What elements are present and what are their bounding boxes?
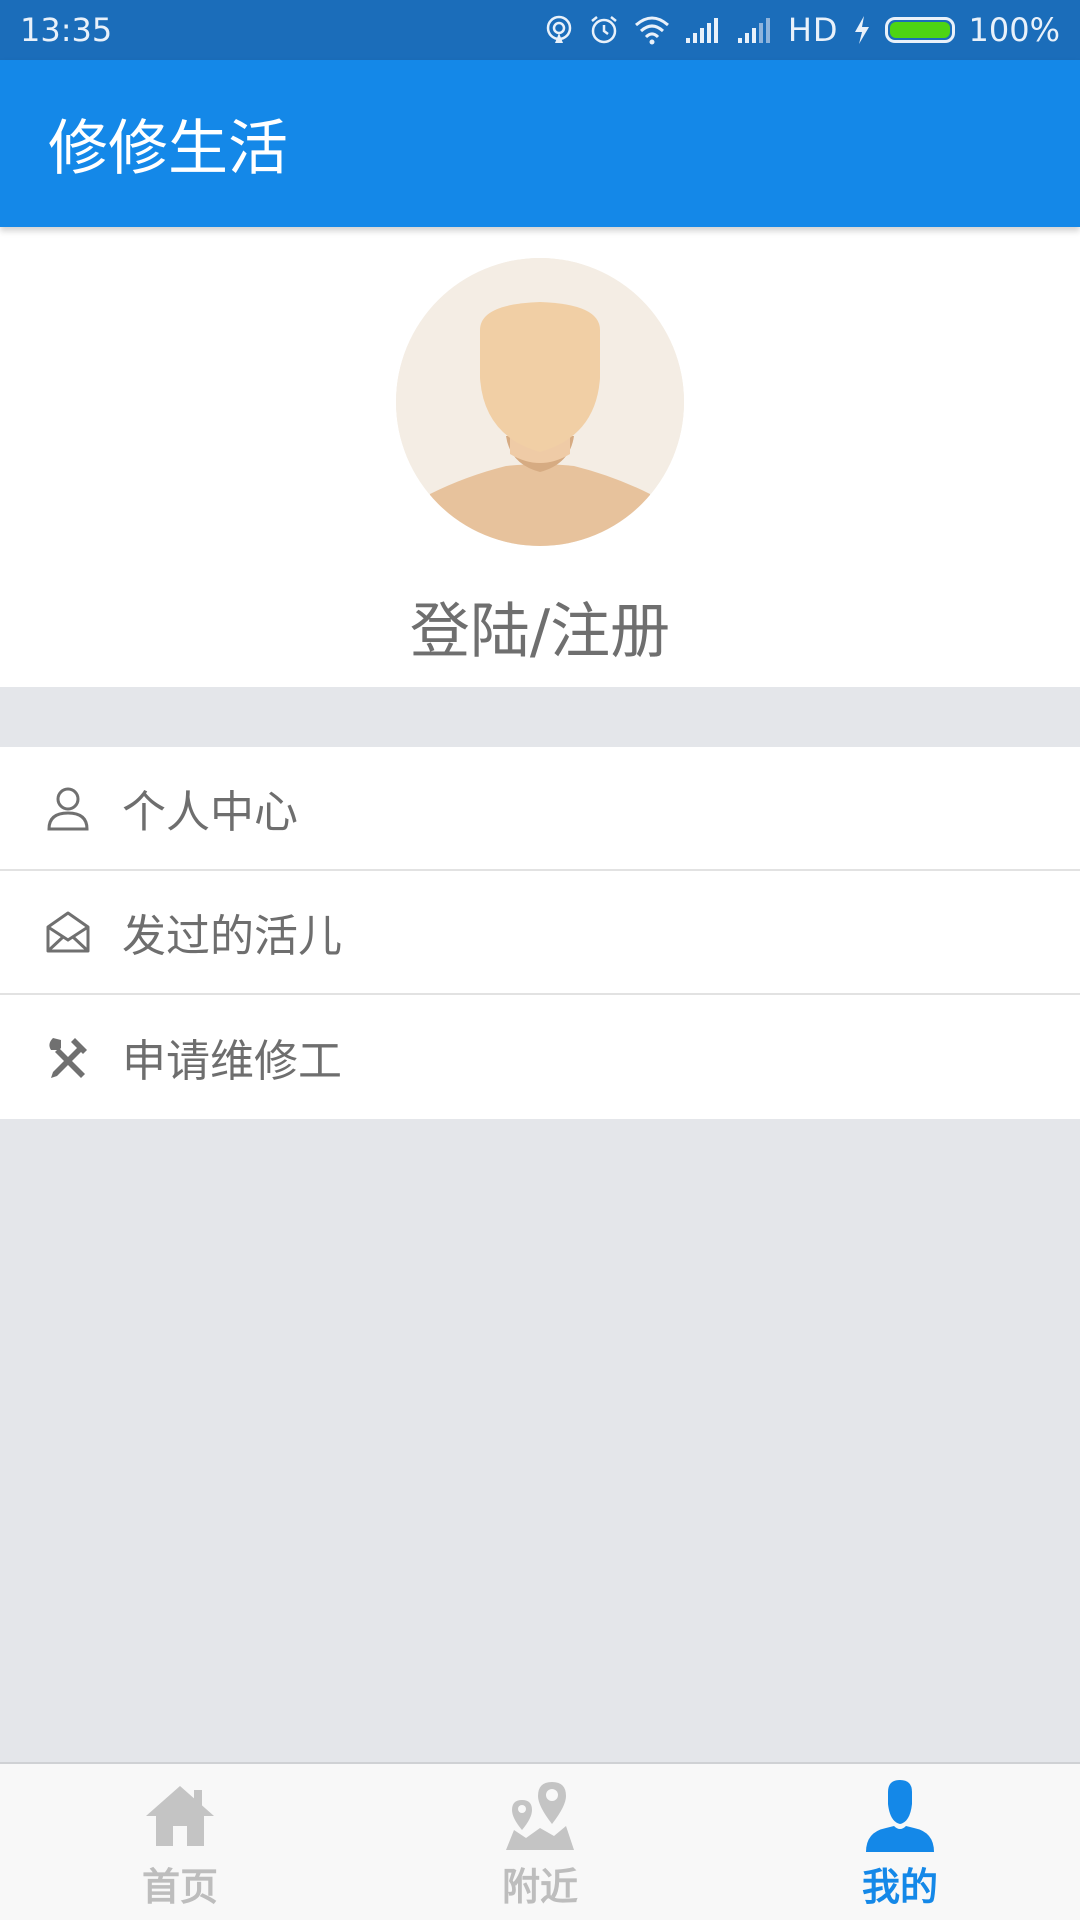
tab-label: 首页 — [141, 1865, 218, 1909]
tab-mine[interactable]: 我的 — [720, 1764, 1080, 1920]
battery-icon — [884, 17, 955, 43]
login-register-link[interactable]: 登陆/注册 — [0, 583, 1080, 670]
menu-item-apply-repairman[interactable]: 申请维修工 — [0, 995, 1080, 1119]
menu-item-label: 发过的活儿 — [122, 911, 342, 962]
app-title: 修修生活 — [48, 114, 288, 184]
signal-icon — [684, 16, 722, 44]
tab-nearby[interactable]: 附近 — [360, 1764, 720, 1920]
charging-icon — [853, 15, 871, 45]
status-time: 13:35 — [20, 11, 113, 49]
status-bar: 13:35 HD 100% — [0, 0, 1080, 60]
envelope-icon — [44, 908, 92, 956]
menu-item-label: 个人中心 — [122, 787, 298, 838]
battery-percent: 100% — [968, 11, 1060, 49]
person-icon — [44, 784, 92, 832]
home-icon — [146, 1786, 214, 1846]
wifi-icon — [634, 15, 670, 45]
hotspot-icon — [544, 15, 574, 45]
user-icon — [866, 1780, 934, 1852]
tab-home[interactable]: 首页 — [0, 1764, 360, 1920]
map-pin-icon — [506, 1782, 574, 1850]
menu-list: 个人中心 发过的活儿 申请维修工 — [0, 747, 1080, 1119]
status-icons: HD 100% — [544, 11, 1060, 49]
tab-label: 我的 — [861, 1865, 938, 1909]
bottom-nav: 首页 附近 我的 — [0, 1762, 1080, 1920]
app-bar: 修修生活 — [0, 60, 1080, 227]
signal-icon — [736, 16, 774, 44]
alarm-icon — [588, 14, 620, 46]
menu-item-personal-center[interactable]: 个人中心 — [0, 747, 1080, 871]
tools-icon — [44, 1033, 92, 1081]
network-type: HD — [787, 11, 839, 49]
menu-item-label: 申请维修工 — [122, 1036, 342, 1087]
default-avatar[interactable] — [396, 258, 684, 546]
tab-label: 附近 — [501, 1865, 578, 1909]
menu-item-posted-jobs[interactable]: 发过的活儿 — [0, 871, 1080, 995]
profile-header: 登陆/注册 — [0, 227, 1080, 687]
